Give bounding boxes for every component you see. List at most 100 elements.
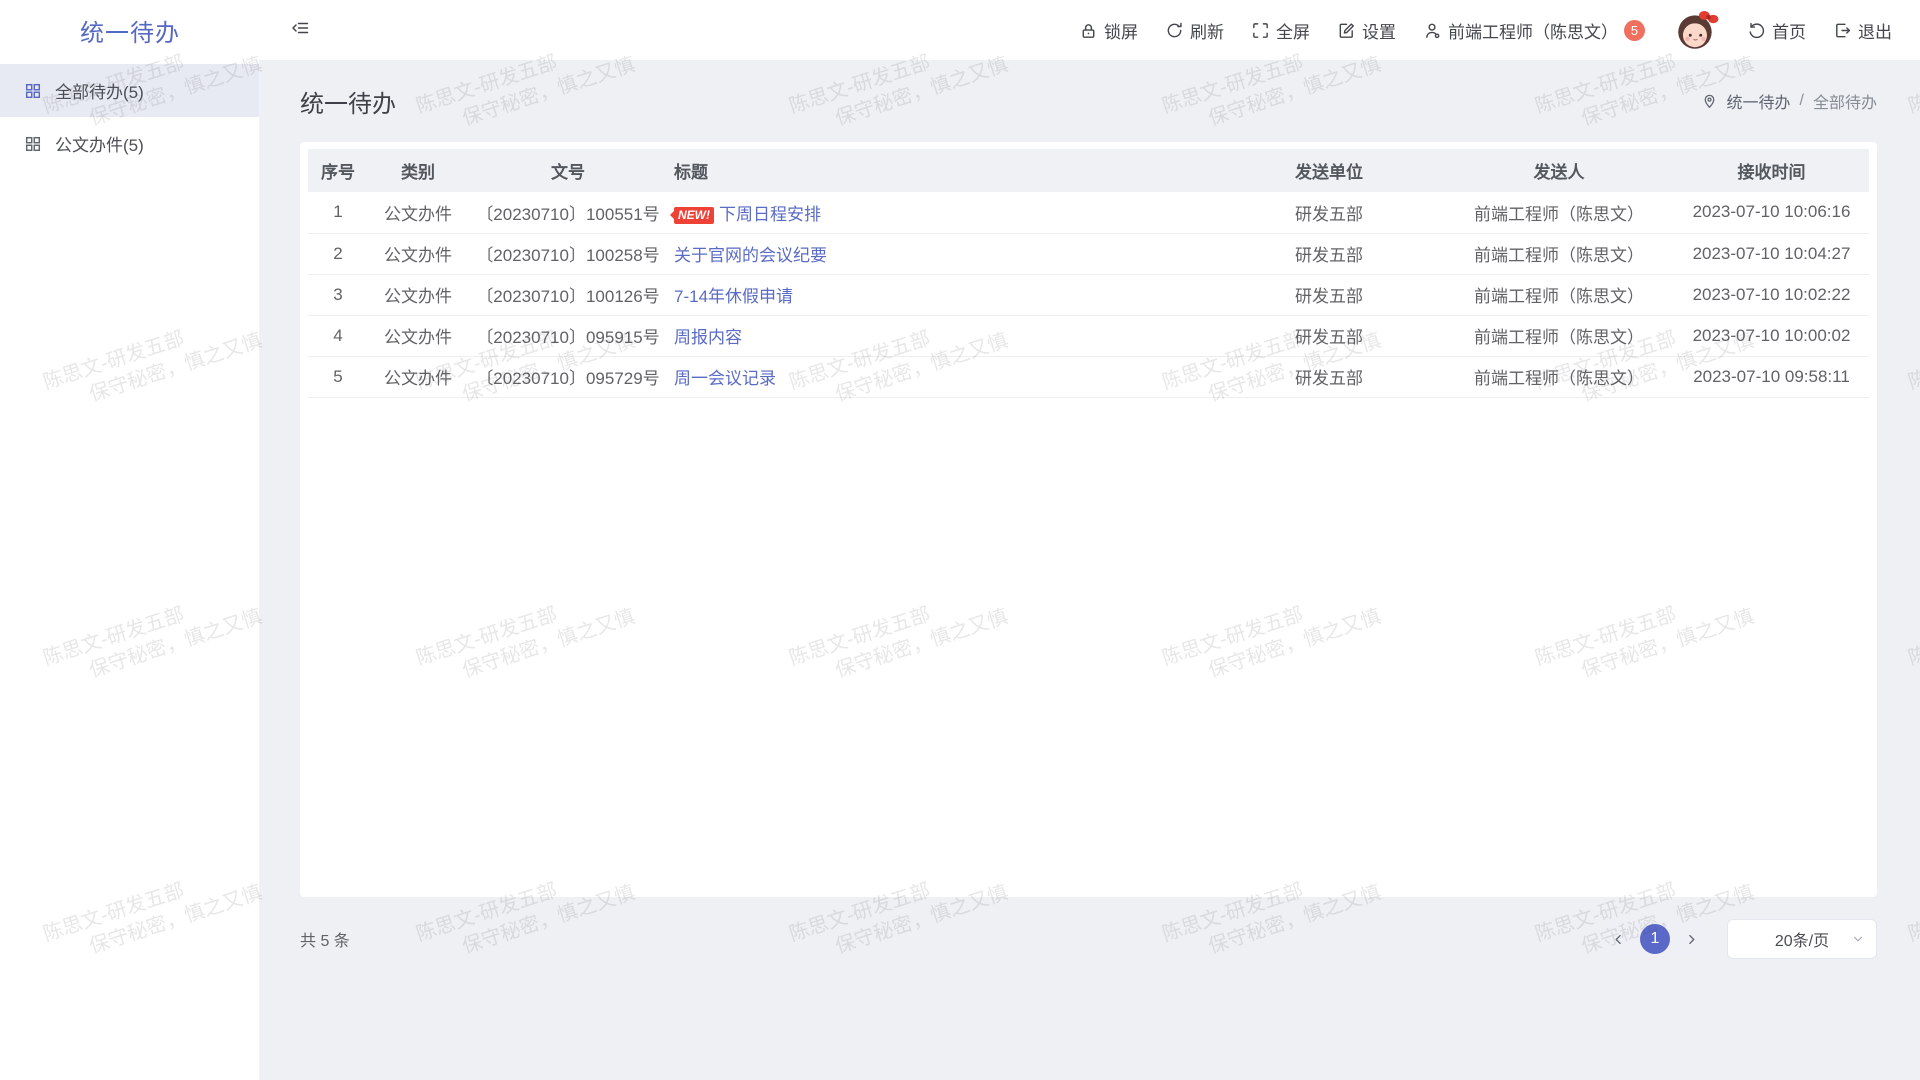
row-index: 1 xyxy=(308,192,368,233)
row-title-cell: 7-14年休假申请 xyxy=(668,274,1214,315)
row-index: 2 xyxy=(308,233,368,274)
breadcrumb: 统一待办 / 全部待办 xyxy=(1701,89,1877,113)
topbar: 统一待办 锁屏 刷新 xyxy=(0,0,1920,60)
row-sender: 前端工程师（陈思文） xyxy=(1444,192,1674,233)
lock-screen-button[interactable]: 锁屏 xyxy=(1079,18,1138,43)
main-content: 统一待办 统一待办 / 全部待办 序号 类别 文号 标题 发送单位 xyxy=(260,60,1920,1080)
row-index: 5 xyxy=(308,356,368,397)
column-header-title: 标题 xyxy=(668,149,1214,192)
table-row: 4公文办件〔20230710〕095915号周报内容 研发五部前端工程师（陈思文）… xyxy=(308,315,1869,356)
row-unit: 研发五部 xyxy=(1214,356,1444,397)
page-size-select[interactable]: 20条/页 xyxy=(1727,919,1877,959)
table-row: 5公文办件〔20230710〕095729号周一会议记录研发五部前端工程师（陈思… xyxy=(308,356,1869,397)
prev-page-button[interactable] xyxy=(1612,933,1625,946)
row-category: 公文办件 xyxy=(368,315,468,356)
row-doc-no: 〔20230710〕095915号 xyxy=(468,315,668,356)
page-size-value: 20条/页 xyxy=(1775,927,1829,951)
total-count-label: 共 5 条 xyxy=(300,927,350,951)
row-unit: 研发五部 xyxy=(1214,315,1444,356)
row-index: 4 xyxy=(308,315,368,356)
logout-icon xyxy=(1833,21,1852,40)
table-row: 1公文办件〔20230710〕100551号NEW!下周日程安排研发五部前端工程… xyxy=(308,192,1869,233)
row-sender: 前端工程师（陈思文） xyxy=(1444,233,1674,274)
topbar-actions: 锁屏 刷新 全屏 设置 xyxy=(1079,6,1920,54)
breadcrumb-item-current: 全部待办 xyxy=(1813,89,1877,113)
column-header-category: 类别 xyxy=(368,149,468,192)
row-time: 2023-07-10 10:00:02 xyxy=(1674,315,1869,356)
row-title-link[interactable]: 下周日程安排 xyxy=(719,205,821,224)
fullscreen-button[interactable]: 全屏 xyxy=(1251,18,1310,43)
sidebar-collapse-button[interactable] xyxy=(290,18,310,43)
user-menu[interactable]: 前端工程师（陈思文） 5 xyxy=(1423,18,1645,43)
home-button[interactable]: 首页 xyxy=(1747,18,1806,43)
todo-table-card: 序号 类别 文号 标题 发送单位 发送人 接收时间 1公文办件〔20230710… xyxy=(300,142,1877,897)
user-label: 前端工程师（陈思文） xyxy=(1448,18,1618,43)
sidebar-item-official-docs[interactable]: 公文办件(5) xyxy=(0,117,259,170)
row-index: 3 xyxy=(308,274,368,315)
grid-icon xyxy=(24,135,42,153)
table-row: 3公文办件〔20230710〕100126号7-14年休假申请研发五部前端工程师… xyxy=(308,274,1869,315)
row-title-link[interactable]: 关于官网的会议纪要 xyxy=(674,246,827,265)
grid-icon xyxy=(24,82,42,100)
refresh-button[interactable]: 刷新 xyxy=(1165,18,1224,43)
column-header-unit: 发送单位 xyxy=(1214,149,1444,192)
row-sender: 前端工程师（陈思文） xyxy=(1444,315,1674,356)
fullscreen-label: 全屏 xyxy=(1276,18,1310,43)
row-category: 公文办件 xyxy=(368,356,468,397)
settings-label: 设置 xyxy=(1362,18,1396,43)
breadcrumb-separator: / xyxy=(1800,92,1804,110)
sidebar-item-label: 全部待办(5) xyxy=(55,78,144,103)
pagination-controls: 1 20条/页 xyxy=(1599,919,1877,959)
row-title-cell: 关于官网的会议纪要 xyxy=(668,233,1214,274)
home-label: 首页 xyxy=(1772,18,1806,43)
breadcrumb-item-root[interactable]: 统一待办 xyxy=(1727,89,1791,113)
page-number-button[interactable]: 1 xyxy=(1640,924,1670,954)
next-page-button[interactable] xyxy=(1685,933,1698,946)
table-row: 2公文办件〔20230710〕100258号关于官网的会议纪要研发五部前端工程师… xyxy=(308,233,1869,274)
avatar-cartoon-image xyxy=(1672,6,1720,54)
sidebar-item-all-todos[interactable]: 全部待办(5) xyxy=(0,64,259,117)
row-time: 2023-07-10 09:58:11 xyxy=(1674,356,1869,397)
row-unit: 研发五部 xyxy=(1214,233,1444,274)
column-header-sender: 发送人 xyxy=(1444,149,1674,192)
lock-screen-label: 锁屏 xyxy=(1104,18,1138,43)
row-category: 公文办件 xyxy=(368,274,468,315)
logout-button[interactable]: 退出 xyxy=(1833,18,1892,43)
row-sender: 前端工程师（陈思文） xyxy=(1444,356,1674,397)
sidebar-item-label: 公文办件(5) xyxy=(55,131,144,156)
row-time: 2023-07-10 10:04:27 xyxy=(1674,233,1869,274)
row-unit: 研发五部 xyxy=(1214,192,1444,233)
row-time: 2023-07-10 10:06:16 xyxy=(1674,192,1869,233)
row-title-link[interactable]: 周一会议记录 xyxy=(674,369,776,388)
todo-table: 序号 类别 文号 标题 发送单位 发送人 接收时间 1公文办件〔20230710… xyxy=(308,149,1869,398)
row-title-link[interactable]: 7-14年休假申请 xyxy=(674,287,793,306)
logout-label: 退出 xyxy=(1858,18,1892,43)
chevron-down-icon xyxy=(1851,932,1865,946)
row-title-link[interactable]: 周报内容 xyxy=(674,328,742,347)
pagination-bar: 共 5 条 1 20条/页 xyxy=(300,919,1877,959)
row-title-cell: 周报内容 xyxy=(668,315,1214,356)
row-time: 2023-07-10 10:02:22 xyxy=(1674,274,1869,315)
column-header-no: 序号 xyxy=(308,149,368,192)
settings-edit-icon xyxy=(1337,21,1356,40)
column-header-time: 接收时间 xyxy=(1674,149,1869,192)
app-root: 统一待办 锁屏 刷新 xyxy=(0,0,1920,1080)
row-title-cell: 周一会议记录 xyxy=(668,356,1214,397)
todo-count-badge: 5 xyxy=(1624,20,1645,41)
row-unit: 研发五部 xyxy=(1214,274,1444,315)
refresh-icon xyxy=(1165,21,1184,40)
row-doc-no: 〔20230710〕100258号 xyxy=(468,233,668,274)
fullscreen-icon xyxy=(1251,21,1270,40)
pager-pill: 1 xyxy=(1599,921,1711,957)
table-header-row: 序号 类别 文号 标题 发送单位 发送人 接收时间 xyxy=(308,149,1869,192)
user-avatar[interactable] xyxy=(1672,6,1720,54)
page-head: 统一待办 统一待办 / 全部待办 xyxy=(300,60,1877,142)
row-title-cell: NEW!下周日程安排 xyxy=(668,192,1214,233)
logo-area: 统一待办 xyxy=(0,13,260,48)
column-header-doc-no: 文号 xyxy=(468,149,668,192)
app-logo: 统一待办 xyxy=(80,20,180,47)
row-doc-no: 〔20230710〕100551号 xyxy=(468,192,668,233)
settings-button[interactable]: 设置 xyxy=(1337,18,1396,43)
location-pin-icon xyxy=(1701,93,1718,110)
row-doc-no: 〔20230710〕100126号 xyxy=(468,274,668,315)
